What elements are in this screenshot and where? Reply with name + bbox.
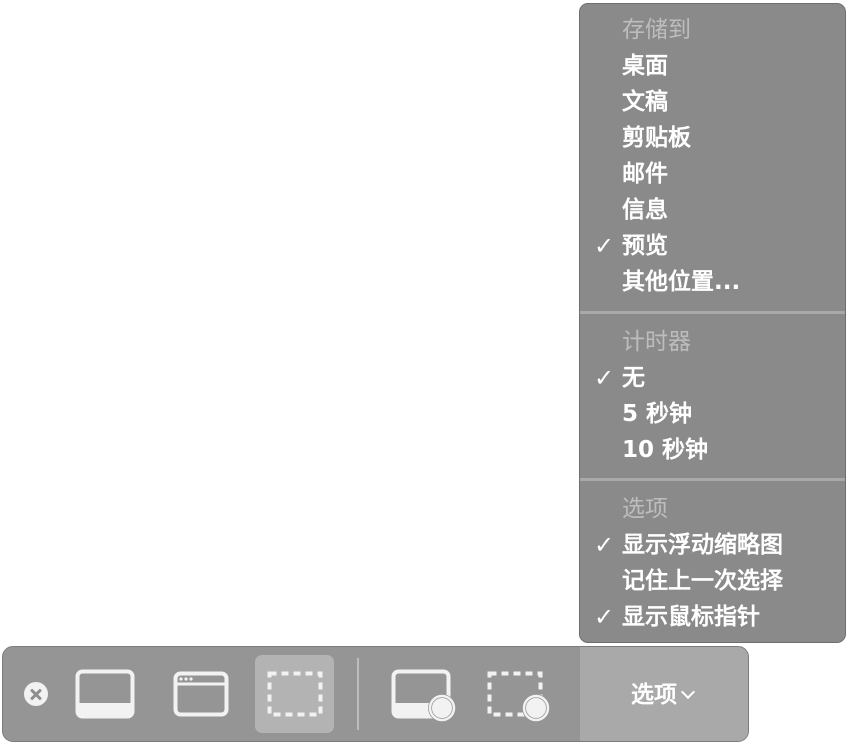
menu-item-label: 其他位置... xyxy=(622,269,741,295)
menu-header-label: 选项 xyxy=(622,496,668,522)
options-button-label: 选项 xyxy=(631,682,677,708)
menu-item-timer-5s[interactable]: 5 秒钟 xyxy=(580,396,845,432)
options-menu: 存储到 桌面 文稿 剪贴板 邮件 信息 ✓ 预览 其他位置... 计时器 ✓ 无… xyxy=(579,3,846,643)
chevron-down-icon xyxy=(680,684,696,700)
menu-item-timer-none[interactable]: ✓ 无 xyxy=(580,360,845,396)
toolbar-divider xyxy=(357,658,359,730)
capture-window-icon[interactable] xyxy=(173,671,229,717)
menu-item-desktop[interactable]: 桌面 xyxy=(580,48,845,84)
menu-item-label: 信息 xyxy=(622,197,668,223)
menu-separator xyxy=(580,478,845,481)
menu-header-save-to: 存储到 xyxy=(580,12,845,48)
menu-item-mail[interactable]: 邮件 xyxy=(580,156,845,192)
menu-item-label: 10 秒钟 xyxy=(622,437,709,463)
menu-item-remember-last-selection[interactable]: 记住上一次选择 xyxy=(580,563,845,599)
menu-item-label: 文稿 xyxy=(622,89,668,115)
checkmark-icon: ✓ xyxy=(593,603,615,631)
menu-header-options: 选项 xyxy=(580,491,845,527)
record-selection-icon[interactable] xyxy=(487,671,555,725)
menu-item-show-floating-thumbnail[interactable]: ✓ 显示浮动缩略图 xyxy=(580,527,845,563)
menu-item-label: 剪贴板 xyxy=(622,125,691,151)
menu-item-label: 预览 xyxy=(622,233,668,259)
screenshot-toolbar: 选项 xyxy=(2,646,749,742)
menu-item-other-location[interactable]: 其他位置... xyxy=(580,264,845,300)
menu-item-label: 无 xyxy=(622,365,645,391)
menu-item-documents[interactable]: 文稿 xyxy=(580,84,845,120)
menu-item-preview[interactable]: ✓ 预览 xyxy=(580,228,845,264)
close-icon[interactable] xyxy=(24,682,48,706)
capture-selection-icon[interactable] xyxy=(267,671,323,717)
menu-item-label: 桌面 xyxy=(622,53,668,79)
record-entire-screen-icon[interactable] xyxy=(391,669,459,725)
menu-item-clipboard[interactable]: 剪贴板 xyxy=(580,120,845,156)
checkmark-icon: ✓ xyxy=(593,232,615,260)
menu-item-show-mouse-pointer[interactable]: ✓ 显示鼠标指针 xyxy=(580,599,845,635)
checkmark-icon: ✓ xyxy=(593,364,615,392)
menu-item-label: 5 秒钟 xyxy=(622,401,693,427)
menu-separator xyxy=(580,311,845,314)
menu-item-label: 邮件 xyxy=(622,161,668,187)
menu-item-label: 记住上一次选择 xyxy=(622,568,783,594)
menu-header-timer: 计时器 xyxy=(580,324,845,360)
menu-item-messages[interactable]: 信息 xyxy=(580,192,845,228)
capture-entire-screen-icon[interactable] xyxy=(75,669,135,719)
menu-item-timer-10s[interactable]: 10 秒钟 xyxy=(580,432,845,468)
menu-header-label: 存储到 xyxy=(622,17,691,43)
menu-item-label: 显示鼠标指针 xyxy=(622,604,760,630)
menu-header-label: 计时器 xyxy=(622,329,691,355)
checkmark-icon: ✓ xyxy=(593,531,615,559)
options-button[interactable]: 选项 xyxy=(631,677,696,713)
menu-item-label: 显示浮动缩略图 xyxy=(622,532,783,558)
